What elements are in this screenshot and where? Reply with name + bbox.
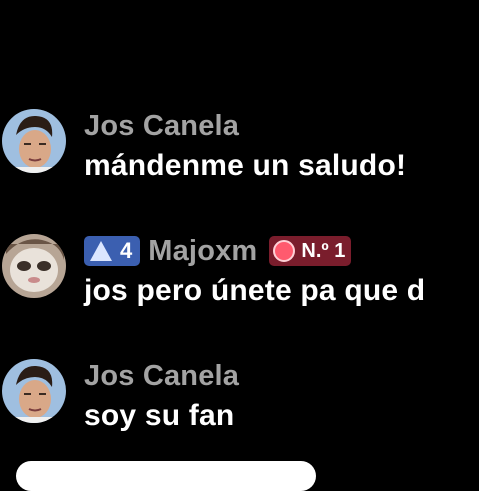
comment-item[interactable]: Jos Canela soy su fan bbox=[0, 359, 479, 449]
level-value: 4 bbox=[120, 238, 133, 263]
comment-text: jos pero únete pa que d bbox=[84, 274, 426, 307]
medal-icon bbox=[273, 240, 296, 262]
comment-input-bar[interactable] bbox=[16, 461, 316, 491]
rank-value: N.º 1 bbox=[301, 239, 346, 262]
comment-header: Jos Canela bbox=[84, 109, 239, 143]
avatar[interactable] bbox=[2, 109, 66, 173]
username[interactable]: Majoxm bbox=[148, 235, 257, 268]
comment-item[interactable]: 4 Majoxm N.º 1 jos pero únete pa que d bbox=[0, 234, 479, 324]
level-badge: 4 bbox=[84, 236, 141, 266]
username[interactable]: Jos Canela bbox=[84, 110, 239, 143]
comment-header: Jos Canela bbox=[84, 359, 239, 393]
comment-item[interactable]: Jos Canela mándenme un saludo! bbox=[0, 109, 479, 199]
avatar[interactable] bbox=[2, 359, 66, 423]
username[interactable]: Jos Canela bbox=[84, 360, 239, 393]
comment-header: 4 Majoxm N.º 1 bbox=[84, 234, 352, 268]
avatar[interactable] bbox=[2, 234, 66, 298]
comment-text: soy su fan bbox=[84, 399, 235, 432]
rank-badge: N.º 1 bbox=[269, 236, 352, 266]
level-triangle-icon bbox=[90, 241, 112, 261]
comment-text: mándenme un saludo! bbox=[84, 149, 407, 182]
